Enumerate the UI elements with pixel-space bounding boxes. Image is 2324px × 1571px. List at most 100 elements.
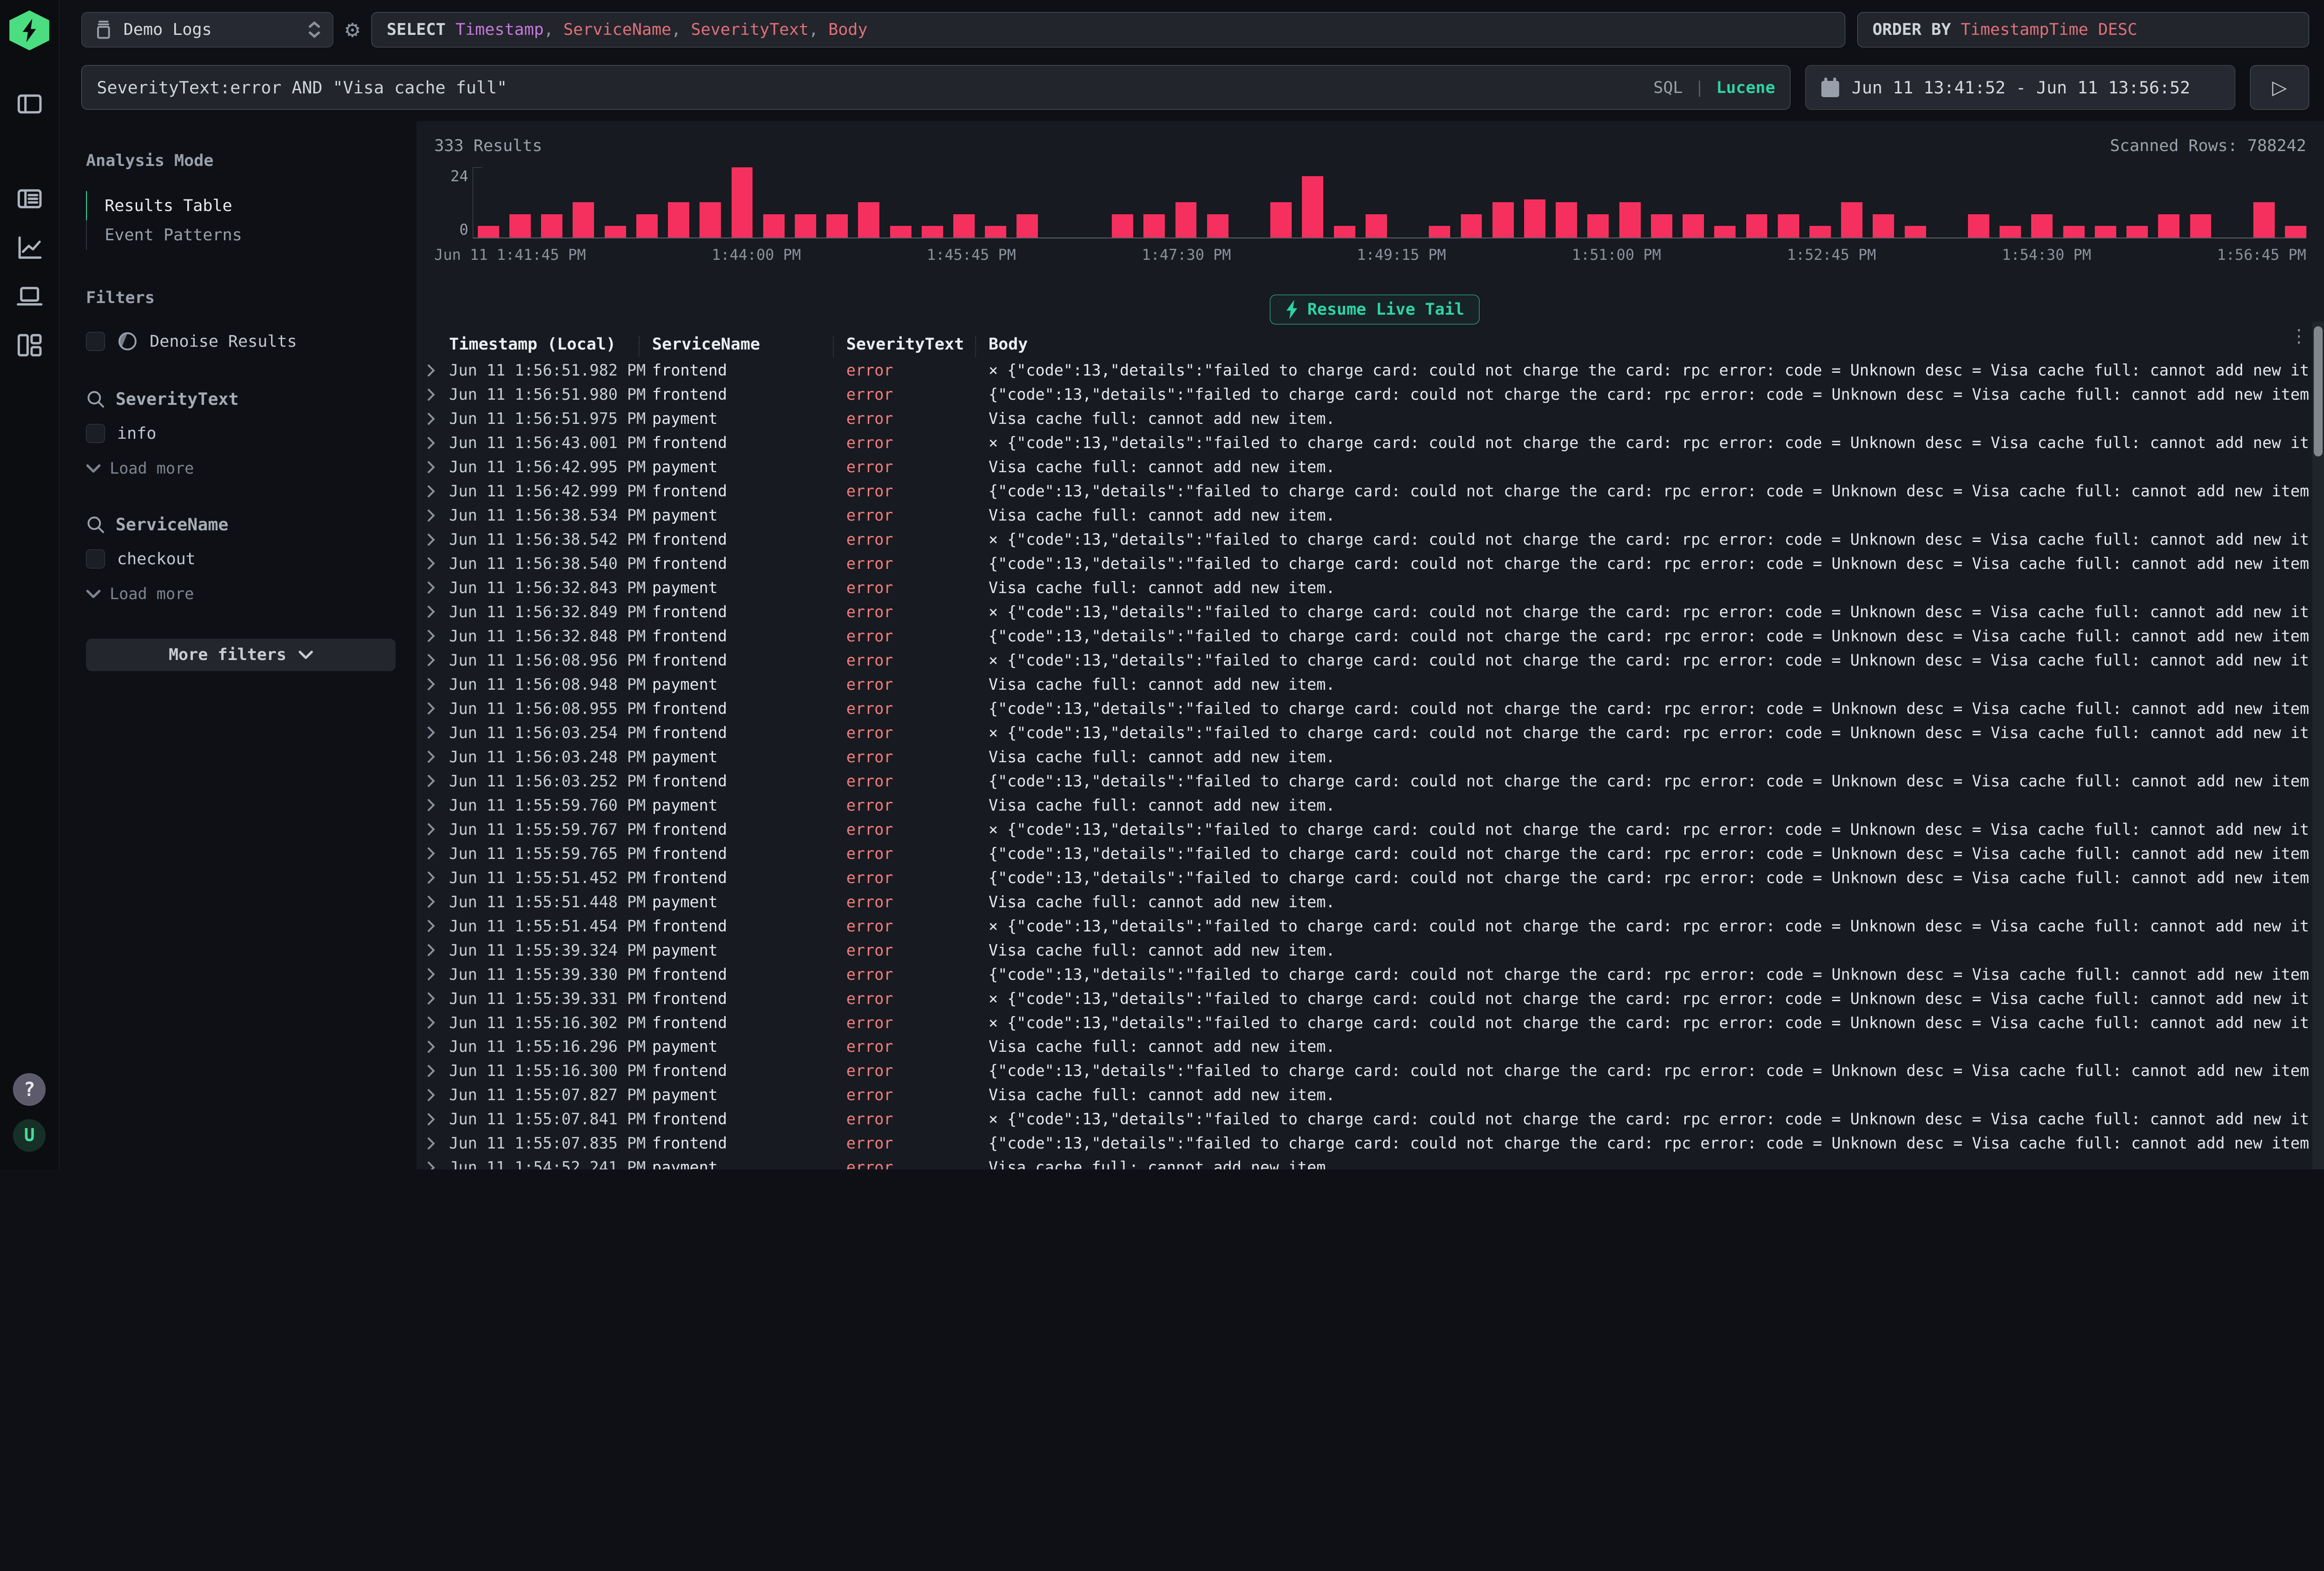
- expand-chevron-icon[interactable]: [425, 581, 449, 594]
- histogram-bar[interactable]: [1746, 214, 1768, 238]
- histogram-bar[interactable]: [478, 226, 499, 238]
- histogram-bar[interactable]: [2095, 226, 2116, 238]
- expand-chevron-icon[interactable]: [425, 1161, 449, 1169]
- expand-chevron-icon[interactable]: [425, 822, 449, 836]
- histogram-bar[interactable]: [2253, 202, 2275, 238]
- vertical-scrollbar[interactable]: [2312, 322, 2324, 1169]
- table-row[interactable]: Jun 11 1:55:07.841 PMfrontenderror× {"co…: [425, 1107, 2309, 1131]
- table-row[interactable]: Jun 11 1:55:51.448 PMpaymenterrorVisa ca…: [425, 890, 2309, 914]
- table-row[interactable]: Jun 11 1:55:16.300 PMfrontenderror{"code…: [425, 1059, 2309, 1083]
- histogram-bar[interactable]: [763, 214, 785, 238]
- table-row[interactable]: Jun 11 1:55:16.296 PMpaymenterrorVisa ca…: [425, 1035, 2309, 1059]
- table-row[interactable]: Jun 11 1:56:42.995 PMpaymenterrorVisa ca…: [425, 455, 2309, 479]
- histogram-bar[interactable]: [2000, 226, 2021, 238]
- load-more-severitytext[interactable]: Load more: [86, 459, 396, 477]
- expand-chevron-icon[interactable]: [425, 388, 449, 402]
- expand-chevron-icon[interactable]: [425, 798, 449, 812]
- expand-chevron-icon[interactable]: [425, 701, 449, 715]
- chart-explorer-icon[interactable]: [16, 234, 43, 261]
- expand-chevron-icon[interactable]: [425, 919, 449, 933]
- expand-chevron-icon[interactable]: [425, 991, 449, 1005]
- histogram-bar[interactable]: [668, 202, 689, 238]
- histogram-bar[interactable]: [922, 226, 943, 238]
- histogram-bar[interactable]: [1905, 226, 1926, 238]
- histogram-bar[interactable]: [1270, 202, 1292, 238]
- histogram-bar[interactable]: [1366, 214, 1387, 238]
- histogram-bar[interactable]: [1492, 202, 1514, 238]
- histogram-bar[interactable]: [541, 214, 562, 238]
- source-select[interactable]: Demo Logs: [81, 12, 333, 48]
- histogram-bar[interactable]: [2190, 214, 2212, 238]
- histogram-bar[interactable]: [1524, 199, 1545, 238]
- histogram-bar[interactable]: [732, 167, 753, 238]
- more-filters-button[interactable]: More filters: [86, 639, 396, 671]
- histogram-bar[interactable]: [2063, 226, 2085, 238]
- histogram-bar[interactable]: [573, 202, 594, 238]
- histogram-bar[interactable]: [605, 226, 626, 238]
- table-row[interactable]: Jun 11 1:55:39.330 PMfrontenderror{"code…: [425, 962, 2309, 986]
- hyperdx-logo-icon[interactable]: [9, 10, 49, 50]
- table-row[interactable]: Jun 11 1:56:32.848 PMfrontenderror{"code…: [425, 624, 2309, 648]
- histogram-bar[interactable]: [1429, 226, 1450, 238]
- sessions-laptop-icon[interactable]: [16, 283, 43, 310]
- histogram-bar[interactable]: [2285, 226, 2306, 238]
- table-row[interactable]: Jun 11 1:56:38.534 PMpaymenterrorVisa ca…: [425, 503, 2309, 528]
- table-row[interactable]: Jun 11 1:55:16.302 PMfrontenderror× {"co…: [425, 1010, 2309, 1035]
- table-row[interactable]: Jun 11 1:56:08.956 PMfrontenderror× {"co…: [425, 648, 2309, 673]
- histogram-bar[interactable]: [1841, 202, 1862, 238]
- expand-chevron-icon[interactable]: [425, 1064, 449, 1078]
- histogram-bar[interactable]: [1778, 214, 1799, 238]
- expand-chevron-icon[interactable]: [425, 436, 449, 450]
- table-row[interactable]: Jun 11 1:55:39.324 PMpaymenterrorVisa ca…: [425, 938, 2309, 962]
- tab-event-patterns[interactable]: Event Patterns: [87, 220, 396, 250]
- table-row[interactable]: Jun 11 1:55:51.454 PMfrontenderror× {"co…: [425, 914, 2309, 938]
- table-row[interactable]: Jun 11 1:56:03.252 PMfrontenderror{"code…: [425, 769, 2309, 793]
- histogram-bar[interactable]: [953, 214, 975, 238]
- table-row[interactable]: Jun 11 1:55:07.835 PMfrontenderror{"code…: [425, 1131, 2309, 1155]
- histogram-bar[interactable]: [2126, 226, 2148, 238]
- collapse-sidebar-icon[interactable]: [16, 91, 43, 117]
- table-row[interactable]: Jun 11 1:55:07.827 PMpaymenterrorVisa ca…: [425, 1083, 2309, 1107]
- expand-chevron-icon[interactable]: [425, 605, 449, 619]
- mode-toggle-lucene[interactable]: Lucene: [1717, 78, 1776, 97]
- histogram-bar[interactable]: [858, 202, 879, 238]
- histogram-bar[interactable]: [509, 214, 531, 238]
- table-row[interactable]: Jun 11 1:56:08.955 PMfrontenderror{"code…: [425, 696, 2309, 720]
- search-query-input[interactable]: SeverityText:error AND "Visa cache full"…: [81, 65, 1790, 110]
- histogram-bar[interactable]: [1017, 214, 1038, 238]
- search-icon[interactable]: [86, 515, 105, 534]
- table-row[interactable]: Jun 11 1:56:32.849 PMfrontenderror× {"co…: [425, 600, 2309, 624]
- dashboards-icon[interactable]: [16, 332, 43, 358]
- column-settings-icon[interactable]: ⋮: [2290, 328, 2308, 345]
- load-more-servicename[interactable]: Load more: [86, 585, 396, 603]
- histogram-bar[interactable]: [985, 226, 1006, 238]
- expand-chevron-icon[interactable]: [425, 533, 449, 547]
- histogram-bar[interactable]: [1968, 214, 1989, 238]
- expand-chevron-icon[interactable]: [425, 967, 449, 981]
- expand-chevron-icon[interactable]: [425, 653, 449, 667]
- table-row[interactable]: Jun 11 1:56:51.980 PMfrontenderror{"code…: [425, 383, 2309, 407]
- mode-toggle-sql[interactable]: SQL: [1653, 78, 1683, 97]
- histogram-bar[interactable]: [1873, 214, 1894, 238]
- expand-chevron-icon[interactable]: [425, 774, 449, 788]
- expand-chevron-icon[interactable]: [425, 726, 449, 739]
- histogram-bar[interactable]: [890, 226, 911, 238]
- expand-chevron-icon[interactable]: [425, 556, 449, 570]
- histogram-bar[interactable]: [1112, 214, 1133, 238]
- expand-chevron-icon[interactable]: [425, 1040, 449, 1054]
- histogram-bar[interactable]: [1143, 214, 1165, 238]
- filter-option-checkout[interactable]: checkout: [86, 549, 396, 568]
- expand-chevron-icon[interactable]: [425, 871, 449, 885]
- expand-chevron-icon[interactable]: [425, 363, 449, 377]
- run-query-button[interactable]: ▷: [2250, 65, 2310, 110]
- histogram-bar[interactable]: [1461, 214, 1482, 238]
- table-row[interactable]: Jun 11 1:55:39.331 PMfrontenderror× {"co…: [425, 986, 2309, 1010]
- time-range-picker[interactable]: Jun 11 13:41:52 - Jun 11 13:56:52: [1805, 65, 2235, 110]
- expand-chevron-icon[interactable]: [425, 750, 449, 764]
- histogram-bar[interactable]: [1302, 176, 1323, 238]
- column-header-servicename[interactable]: ServiceName: [652, 335, 846, 354]
- order-by-input[interactable]: ORDER BY TimestampTime DESC: [1857, 12, 2310, 48]
- search-logs-icon[interactable]: [16, 185, 43, 212]
- table-row[interactable]: Jun 11 1:56:32.843 PMpaymenterrorVisa ca…: [425, 576, 2309, 600]
- column-header-body[interactable]: Body: [989, 335, 2289, 354]
